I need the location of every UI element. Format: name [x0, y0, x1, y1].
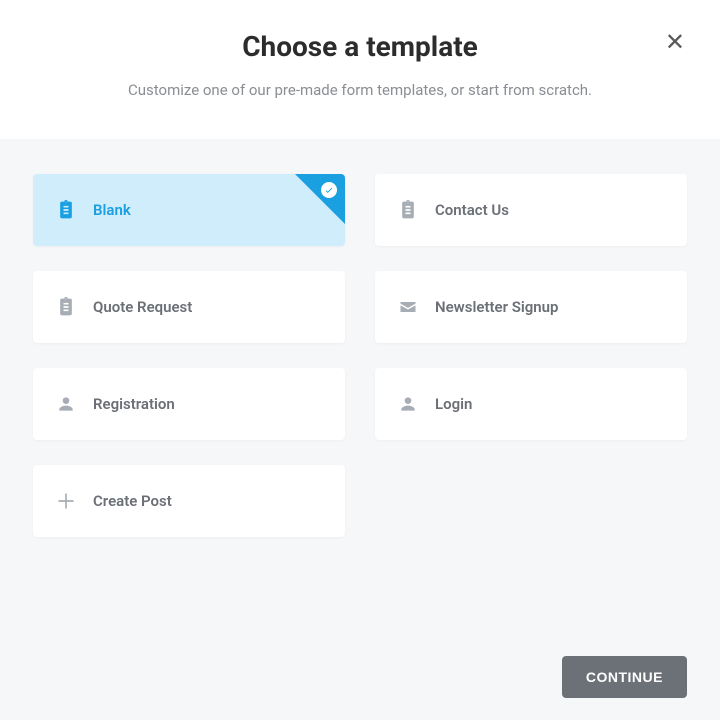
template-label: Login	[435, 395, 472, 413]
continue-button[interactable]: CONTINUE	[562, 656, 687, 698]
template-label: Blank	[93, 201, 131, 219]
close-icon: ✕	[665, 28, 685, 56]
clipboard-icon	[55, 296, 77, 318]
close-button[interactable]: ✕	[665, 30, 685, 54]
selected-corner-badge	[295, 174, 345, 224]
template-card-contact-us[interactable]: Contact Us	[375, 174, 687, 246]
template-card-registration[interactable]: Registration	[33, 368, 345, 440]
template-card-blank[interactable]: Blank	[33, 174, 345, 246]
template-card-login[interactable]: Login	[375, 368, 687, 440]
selected-check-icon	[321, 182, 337, 198]
plus-icon	[55, 490, 77, 512]
template-grid: Blank Contact Us Quote Request Newslette…	[33, 174, 687, 537]
template-label: Create Post	[93, 492, 172, 510]
modal-subtitle: Customize one of our pre-made form templ…	[30, 81, 690, 99]
modal-header: ✕ Choose a template Customize one of our…	[0, 0, 720, 139]
clipboard-icon	[55, 199, 77, 221]
template-card-create-post[interactable]: Create Post	[33, 465, 345, 537]
template-label: Registration	[93, 395, 175, 413]
modal-title: Choose a template	[30, 30, 690, 63]
person-icon	[55, 393, 77, 415]
template-grid-container: Blank Contact Us Quote Request Newslette…	[0, 139, 720, 636]
person-icon	[397, 393, 419, 415]
template-picker-modal: ✕ Choose a template Customize one of our…	[0, 0, 720, 720]
template-label: Newsletter Signup	[435, 298, 559, 316]
modal-footer: CONTINUE	[0, 636, 720, 720]
template-card-quote-request[interactable]: Quote Request	[33, 271, 345, 343]
template-label: Contact Us	[435, 201, 509, 219]
template-label: Quote Request	[93, 298, 192, 316]
clipboard-icon	[397, 199, 419, 221]
template-card-newsletter-signup[interactable]: Newsletter Signup	[375, 271, 687, 343]
envelope-icon	[397, 296, 419, 318]
